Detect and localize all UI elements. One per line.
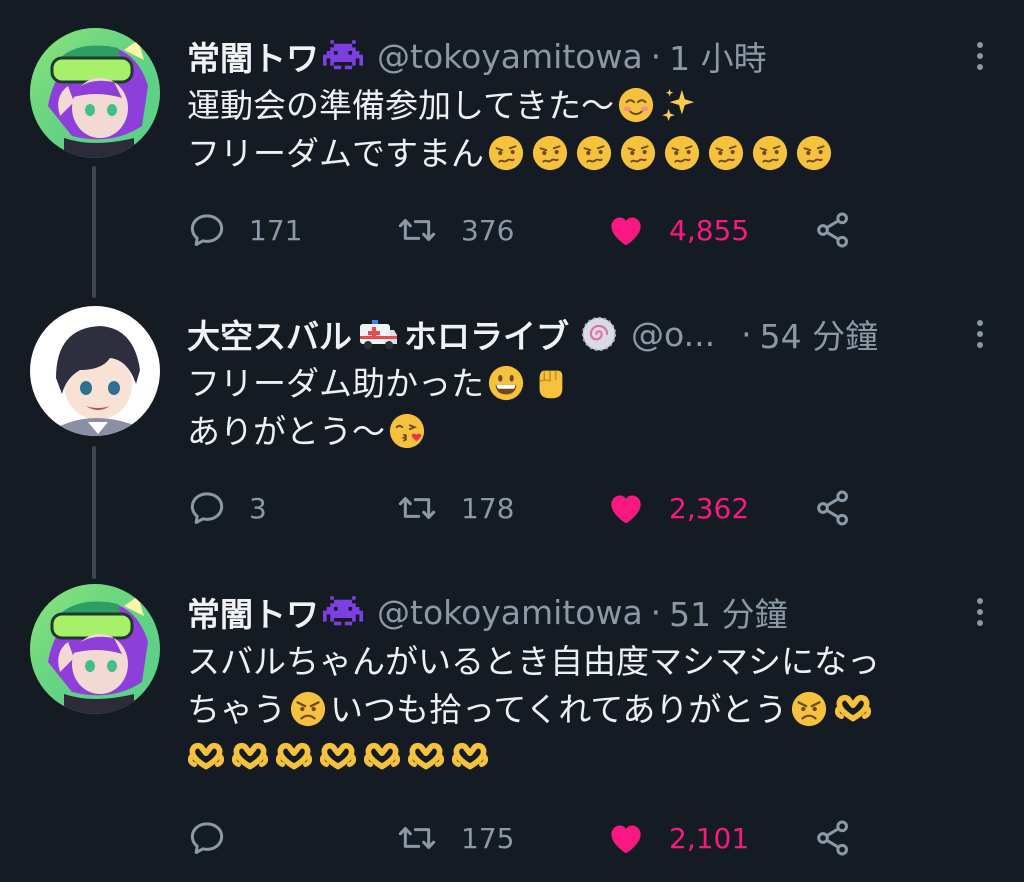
reply-button[interactable]: 171 [187,210,302,250]
tweet-actions: 171 376 4,855 [187,210,877,250]
retweet-button[interactable]: 178 [395,488,514,528]
separator-dot: · [650,592,662,632]
woozy-face-emoji-icon [751,134,789,172]
angry-face-emoji-icon [790,690,828,728]
heart-hands-emoji-icon [834,690,872,728]
handle[interactable]: @tokoyamitowa [377,37,643,76]
more-options-icon[interactable] [976,42,984,76]
woozy-face-emoji-icon [707,134,745,172]
like-count: 2,101 [669,821,750,855]
woozy-face-emoji-icon [575,134,613,172]
handle[interactable]: @o... [631,315,715,354]
ambulance-icon [356,314,400,354]
like-button[interactable]: 4,855 [605,210,749,250]
like-count: 4,855 [669,213,750,247]
share-icon [813,818,853,858]
display-name-suffix[interactable]: ホロライブ [404,310,569,358]
tweet-line: 運動会の準備参加してきた〜 [187,86,615,125]
hololive-badge-icon [581,316,617,352]
raised-fist-emoji-icon [531,364,569,402]
tweet[interactable]: 常闇トワ @tokoyamitowa · 51 分鐘 スバルちゃんがいるとき自由… [0,584,1024,874]
timestamp[interactable]: 1 小時 [669,32,767,80]
more-options-icon[interactable] [976,598,984,632]
sparkles-emoji-icon [661,86,699,124]
woozy-face-emoji-icon [795,134,833,172]
tweet-actions: 175 2,101 [187,818,877,858]
face-blowing-kiss-emoji-icon [388,412,426,450]
heart-hands-emoji-icon [363,738,401,776]
timestamp[interactable]: 51 分鐘 [669,588,787,636]
separator-dot: · [741,314,752,354]
tweet-text: フリーダム助かった ありがとう〜 [187,360,572,456]
retweet-count: 376 [461,213,515,247]
purple-alien-icon [323,40,363,73]
reply-icon [187,210,227,250]
tweet-line: フリーダムですまん [187,134,484,173]
towa-avatar[interactable] [30,28,160,158]
retweet-icon [395,210,439,250]
share-button[interactable] [813,210,875,250]
more-options-icon[interactable] [976,320,984,354]
heart-icon [605,210,647,250]
share-button[interactable] [813,488,875,528]
woozy-face-emoji-icon [487,134,525,172]
like-count: 2,362 [669,491,750,525]
tweet[interactable]: 常闇トワ @tokoyamitowa · 1 小時 運動会の準備参加してきた〜 … [0,28,1024,268]
heart-icon [605,488,647,528]
heart-hands-emoji-icon [407,738,445,776]
reply-icon [187,818,227,858]
display-name[interactable]: 常闇トワ [187,588,319,636]
retweet-icon [395,488,439,528]
heart-hands-emoji-icon [451,738,489,776]
share-icon [813,210,853,250]
handle[interactable]: @tokoyamitowa [377,593,643,632]
heart-icon [605,818,647,858]
retweet-button[interactable]: 376 [395,210,514,250]
purple-alien-icon [323,596,363,629]
like-button[interactable]: 2,101 [605,818,749,858]
tweet-text: 運動会の準備参加してきた〜 フリーダムですまん [187,82,836,178]
woozy-face-emoji-icon [663,134,701,172]
display-name[interactable]: 大空スバル [187,310,352,358]
tweet-actions: 3 178 2,362 [187,488,877,528]
heart-hands-emoji-icon [275,738,313,776]
heart-hands-emoji-icon [319,738,357,776]
reply-button[interactable] [187,818,249,858]
heart-hands-emoji-icon [231,738,269,776]
tweet-text: スバルちゃんがいるとき自由度マシマシになっ ちゃう いつも拾ってくれてありがとう [187,638,880,782]
share-icon [813,488,853,528]
woozy-face-emoji-icon [619,134,657,172]
timestamp[interactable]: 54 分鐘 [760,310,878,358]
tweet-line: ありがとう〜 [187,412,385,451]
subaru-avatar[interactable] [30,306,160,436]
grinning-face-emoji-icon [487,364,525,402]
tweet-line: いつも拾ってくれてありがとう [330,690,788,729]
like-button[interactable]: 2,362 [605,488,749,528]
tweet[interactable]: 大空スバル ホロライブ @o... · 54 分鐘 フリーダム助かった ありがと… [0,306,1024,546]
reply-count: 171 [249,213,303,247]
retweet-count: 175 [461,821,515,855]
reply-icon [187,488,227,528]
separator-dot: · [650,36,662,76]
retweet-icon [395,818,439,858]
smiling-blush-emoji-icon [617,86,655,124]
woozy-face-emoji-icon [531,134,569,172]
display-name[interactable]: 常闇トワ [187,32,319,80]
reply-button[interactable]: 3 [187,488,267,528]
retweet-count: 178 [461,491,515,525]
share-button[interactable] [813,818,875,858]
angry-face-emoji-icon [289,690,327,728]
heart-hands-emoji-icon [187,738,225,776]
tweet-line: フリーダム助かった [187,364,484,403]
retweet-button[interactable]: 175 [395,818,514,858]
towa-avatar[interactable] [30,584,160,714]
tweet-line: スバルちゃんがいるとき自由度マシマシになっ [187,642,880,681]
tweet-line: ちゃう [187,690,286,729]
reply-count: 3 [249,491,267,525]
